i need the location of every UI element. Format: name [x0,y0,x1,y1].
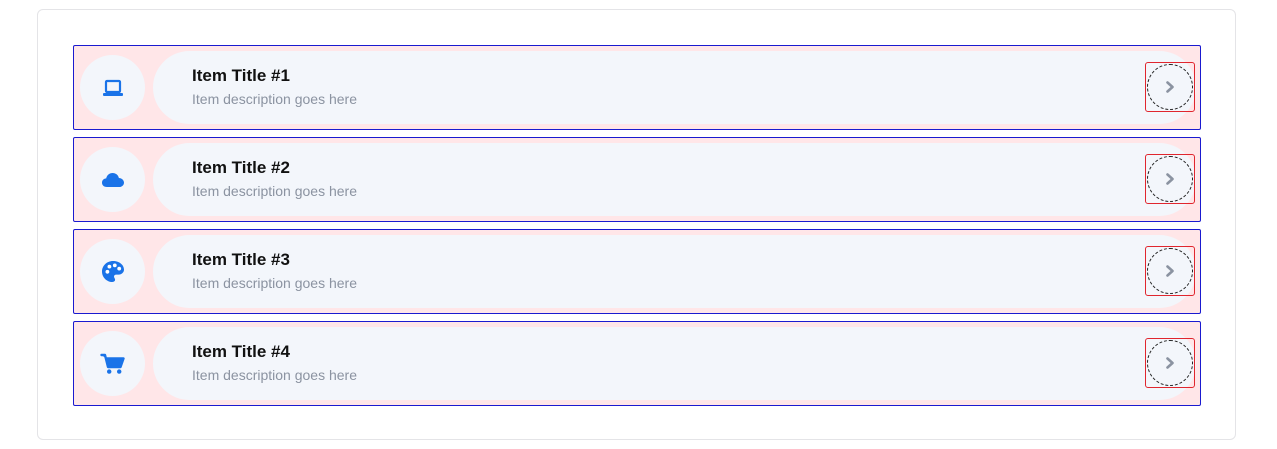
list-item-3[interactable]: Item Title #3 Item description goes here [73,229,1201,314]
item-title: Item Title #4 [192,342,290,361]
chevron-right-icon [1166,357,1174,369]
chevron-right-icon [1166,81,1174,93]
item-icon-circle [80,147,145,212]
item-list: Item Title #1 Item description goes here… [73,45,1201,413]
item-icon-circle [80,331,145,396]
item-description: Item description goes here [192,367,357,383]
chevron-circle [1147,64,1193,110]
chevron-circle [1147,156,1193,202]
laptop-icon [102,79,123,96]
item-open-button[interactable] [1145,246,1195,296]
item-body: Item Title #3 Item description goes here [153,235,1196,308]
item-title: Item Title #2 [192,158,290,177]
chevron-circle [1147,248,1193,294]
item-open-button[interactable] [1145,338,1195,388]
palette-icon [101,260,124,282]
chevron-circle [1147,340,1193,386]
chevron-right-icon [1166,265,1174,277]
chevron-right-icon [1166,173,1174,185]
item-description: Item description goes here [192,183,357,199]
item-open-button[interactable] [1145,154,1195,204]
item-body: Item Title #4 Item description goes here [153,327,1196,400]
list-item-1[interactable]: Item Title #1 Item description goes here [73,45,1201,130]
list-item-4[interactable]: Item Title #4 Item description goes here [73,321,1201,406]
item-list-panel: Item Title #1 Item description goes here… [37,9,1236,440]
item-title: Item Title #1 [192,66,290,85]
item-body: Item Title #2 Item description goes here [153,143,1196,216]
item-body: Item Title #1 Item description goes here [153,51,1196,124]
item-icon-circle [80,55,145,120]
item-description: Item description goes here [192,275,357,291]
item-title: Item Title #3 [192,250,290,269]
item-description: Item description goes here [192,91,357,107]
list-item-2[interactable]: Item Title #2 Item description goes here [73,137,1201,222]
item-open-button[interactable] [1145,62,1195,112]
cloud-icon [101,172,124,187]
shopping-cart-icon [99,353,125,374]
item-icon-circle [80,239,145,304]
